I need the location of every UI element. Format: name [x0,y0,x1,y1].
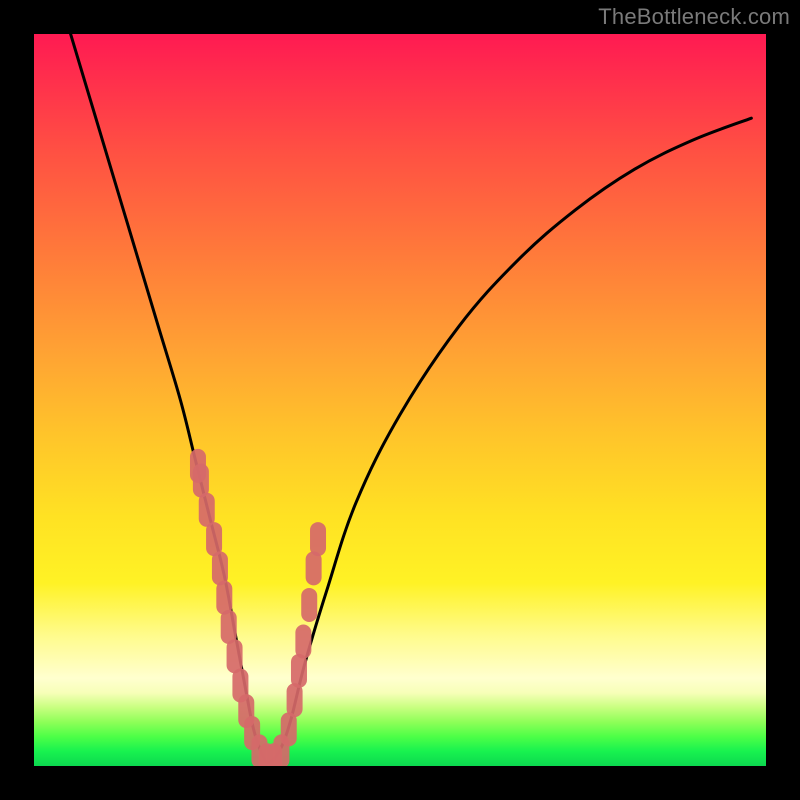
bottleneck-curve [71,34,752,762]
chart-svg [34,34,766,766]
outer-frame: TheBottleneck.com [0,0,800,800]
watermark-text: TheBottleneck.com [598,4,790,30]
marker-layer [198,457,318,766]
plot-area [34,34,766,766]
